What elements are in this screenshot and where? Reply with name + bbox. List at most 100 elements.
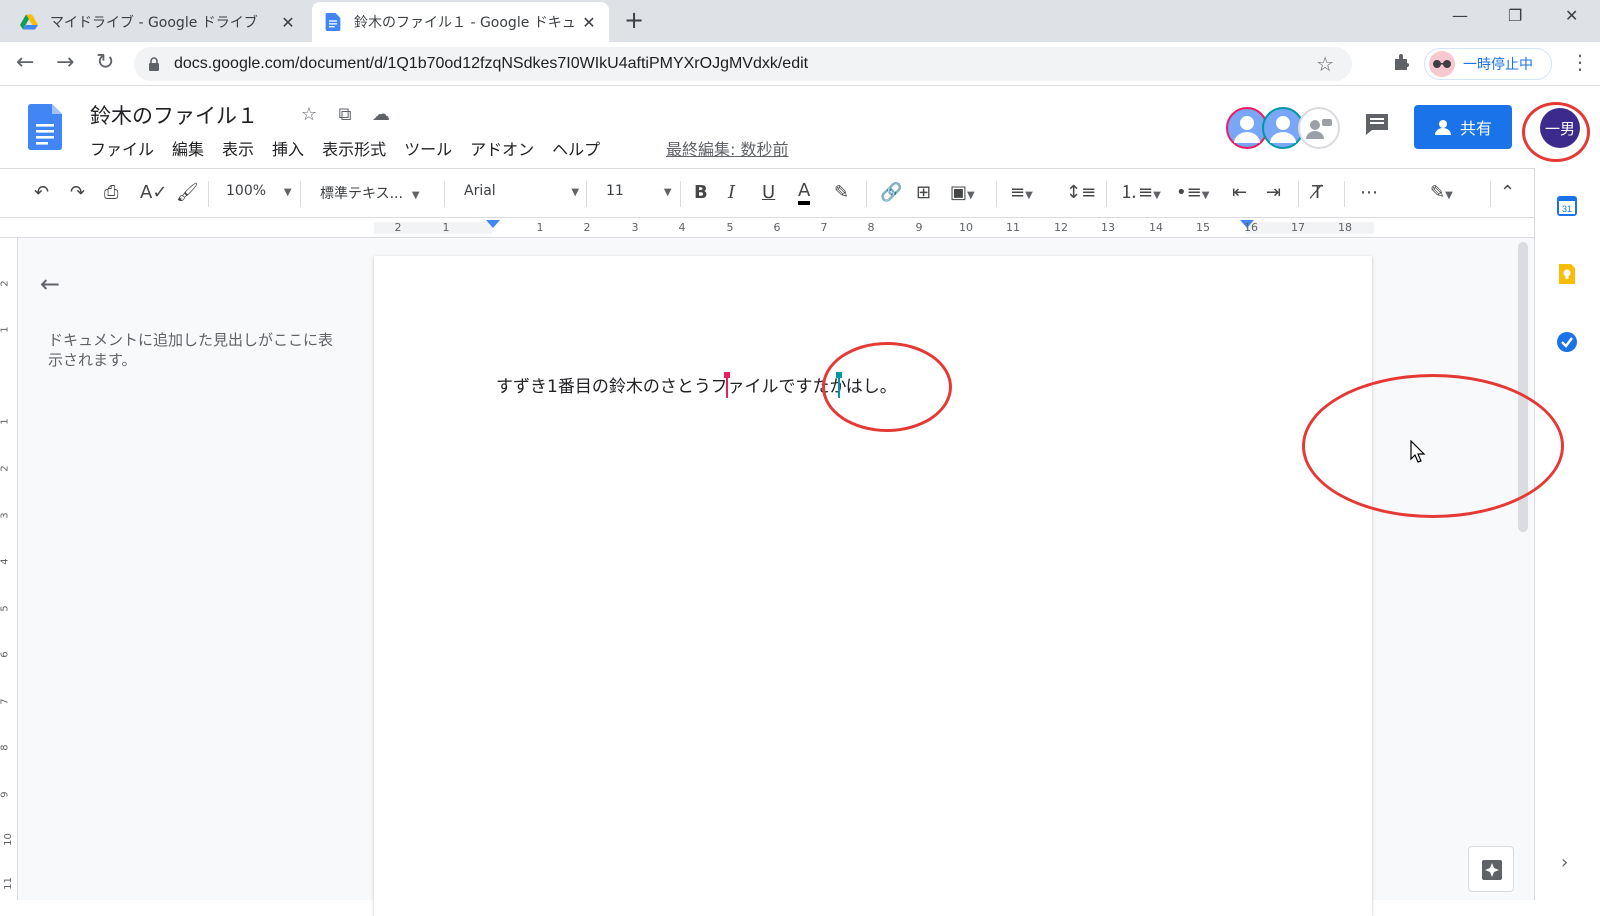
anonymous-viewers-icon[interactable]: [1298, 107, 1340, 149]
cloud-saved-icon[interactable]: ☁: [370, 104, 392, 125]
minimize-icon[interactable]: —: [1452, 6, 1468, 25]
ruler-label: 12: [1054, 221, 1068, 234]
star-icon[interactable]: ☆: [298, 104, 320, 125]
menu-file[interactable]: ファイル: [90, 136, 154, 160]
style-select[interactable]: 標準テキス... ▼: [320, 183, 420, 203]
collaborator-cursor-flag: [836, 372, 842, 378]
vertical-scrollbar[interactable]: [1518, 242, 1528, 532]
tab-title: マイドライブ - Google ドライブ: [50, 15, 258, 31]
browser-menu-icon[interactable]: ⋮: [1570, 50, 1590, 74]
ruler-label: 4: [678, 221, 686, 234]
back-icon[interactable]: ←: [16, 51, 34, 75]
explore-button[interactable]: [1468, 846, 1514, 892]
ruler-label: 1: [0, 418, 11, 425]
redo-icon[interactable]: ↷: [70, 181, 85, 205]
vertical-ruler: 2 1 1 2 3 4 5 6 7 8 9 10 11: [0, 238, 18, 900]
italic-icon[interactable]: I: [728, 181, 735, 205]
chevron-down-icon: ▼: [571, 187, 580, 198]
close-icon[interactable]: ✕: [280, 13, 296, 32]
clear-formatting-icon[interactable]: T̸: [1312, 181, 1323, 205]
numbered-list-icon[interactable]: ⒈≡▼: [1120, 181, 1161, 208]
menu-edit[interactable]: 編集: [172, 136, 204, 160]
chevron-right-icon[interactable]: ›: [1561, 852, 1568, 873]
align-icon[interactable]: ≡▼: [1010, 181, 1033, 208]
ruler-label: 14: [1149, 221, 1163, 234]
style-value: 標準テキス...: [320, 186, 403, 202]
editing-mode-icon[interactable]: ✎▼: [1430, 181, 1453, 208]
toolbar-divider: [866, 181, 867, 207]
paint-format-icon[interactable]: 🖌: [176, 181, 199, 205]
ruler-label: 5: [726, 221, 734, 234]
menu-help[interactable]: ヘルプ: [552, 136, 600, 160]
ruler-label: 16: [1244, 221, 1258, 234]
extensions-icon[interactable]: [1392, 52, 1412, 72]
toolbar-divider: [586, 181, 587, 207]
menu-addons[interactable]: アドオン: [470, 136, 534, 160]
keep-icon[interactable]: [1555, 262, 1579, 286]
ruler-label: 2: [583, 221, 591, 234]
decrease-indent-icon[interactable]: ⇤: [1232, 181, 1247, 205]
ruler-label: 6: [773, 221, 781, 234]
tab-google-docs[interactable]: 鈴木のファイル１ - Google ドキュメント ✕: [312, 2, 609, 42]
google-docs-logo-icon[interactable]: [28, 104, 62, 150]
highlight-icon[interactable]: ✎: [834, 181, 849, 205]
ruler-label: 1: [0, 326, 11, 333]
browser-tab-strip: マイドライブ - Google ドライブ ✕ 鈴木のファイル１ - Google…: [0, 0, 1600, 42]
more-options-icon[interactable]: ⋯: [1360, 181, 1378, 205]
close-icon[interactable]: ✕: [581, 13, 597, 32]
person-icon: [1234, 116, 1260, 143]
calendar-icon[interactable]: 31: [1555, 194, 1579, 218]
line-spacing-icon[interactable]: ↕≡: [1066, 181, 1096, 205]
restore-icon[interactable]: ❐: [1508, 6, 1522, 25]
document-title[interactable]: 鈴木のファイル１: [90, 100, 258, 130]
link-icon[interactable]: 🔗: [880, 181, 902, 205]
svg-text:31: 31: [1562, 204, 1572, 214]
bulleted-list-icon[interactable]: •≡▼: [1176, 181, 1209, 208]
menu-insert[interactable]: 挿入: [272, 136, 304, 160]
ruler-label: 1: [442, 221, 450, 234]
forward-icon[interactable]: →: [56, 51, 74, 75]
reload-icon[interactable]: ↻: [96, 51, 114, 75]
bookmark-star-icon[interactable]: ☆: [1316, 52, 1334, 76]
sunglasses-icon: [1433, 60, 1451, 68]
document-page[interactable]: すずき1番目の鈴木のさとうファイルですたかはし。: [374, 256, 1372, 916]
bold-icon[interactable]: B: [694, 181, 708, 205]
collapse-menu-icon[interactable]: ⌃: [1500, 181, 1515, 205]
font-select[interactable]: Arial ▼: [464, 183, 579, 199]
increase-indent-icon[interactable]: ⇥: [1266, 181, 1281, 205]
horizontal-ruler: 2 1 1 2 3 4 5 6 7 8 9 10 11 12 13 14 15 …: [0, 218, 1534, 238]
insert-image-icon[interactable]: ▣▼: [950, 181, 975, 208]
menu-tools[interactable]: ツール: [404, 136, 452, 160]
ruler-label: 15: [1196, 221, 1210, 234]
collaborator-cursor-flag: [724, 372, 730, 378]
ruler-label: 7: [820, 221, 828, 234]
font-size-select[interactable]: 11 ▼: [606, 183, 672, 199]
window-close-icon[interactable]: ✕: [1565, 6, 1578, 25]
tab-google-drive[interactable]: マイドライブ - Google ドライブ ✕: [8, 2, 308, 42]
menu-view[interactable]: 表示: [222, 136, 254, 160]
add-comment-icon[interactable]: ⊞: [916, 181, 931, 205]
move-folder-icon[interactable]: ⧉: [334, 104, 356, 125]
share-button[interactable]: 共有: [1414, 105, 1512, 149]
spellcheck-icon[interactable]: A✓: [140, 181, 167, 205]
print-icon[interactable]: ⎙: [104, 181, 118, 205]
left-indent-marker[interactable]: [486, 220, 500, 228]
ruler-label: 8: [867, 221, 875, 234]
omnibox[interactable]: docs.google.com/document/d/1Q1b70od12fzq…: [134, 47, 1352, 81]
close-outline-icon[interactable]: ←: [40, 270, 60, 298]
font-value: Arial: [464, 183, 496, 199]
last-edit-link[interactable]: 最終編集: 数秒前: [666, 136, 788, 160]
ruler-label: 7: [0, 698, 11, 705]
account-avatar[interactable]: 一男: [1540, 108, 1580, 148]
zoom-select[interactable]: 100% ▼: [226, 183, 292, 199]
comment-history-icon[interactable]: [1364, 112, 1390, 136]
menu-format[interactable]: 表示形式: [322, 136, 386, 160]
underline-icon[interactable]: U: [762, 181, 775, 205]
undo-icon[interactable]: ↶: [34, 181, 49, 205]
ruler-label: 2: [0, 280, 11, 287]
tasks-icon[interactable]: [1555, 330, 1579, 354]
toolbar-divider: [1344, 181, 1345, 207]
text-color-icon[interactable]: A: [798, 181, 811, 205]
new-tab-button[interactable]: +: [624, 8, 644, 32]
profile-paused-button[interactable]: 一時停止中: [1424, 48, 1552, 80]
